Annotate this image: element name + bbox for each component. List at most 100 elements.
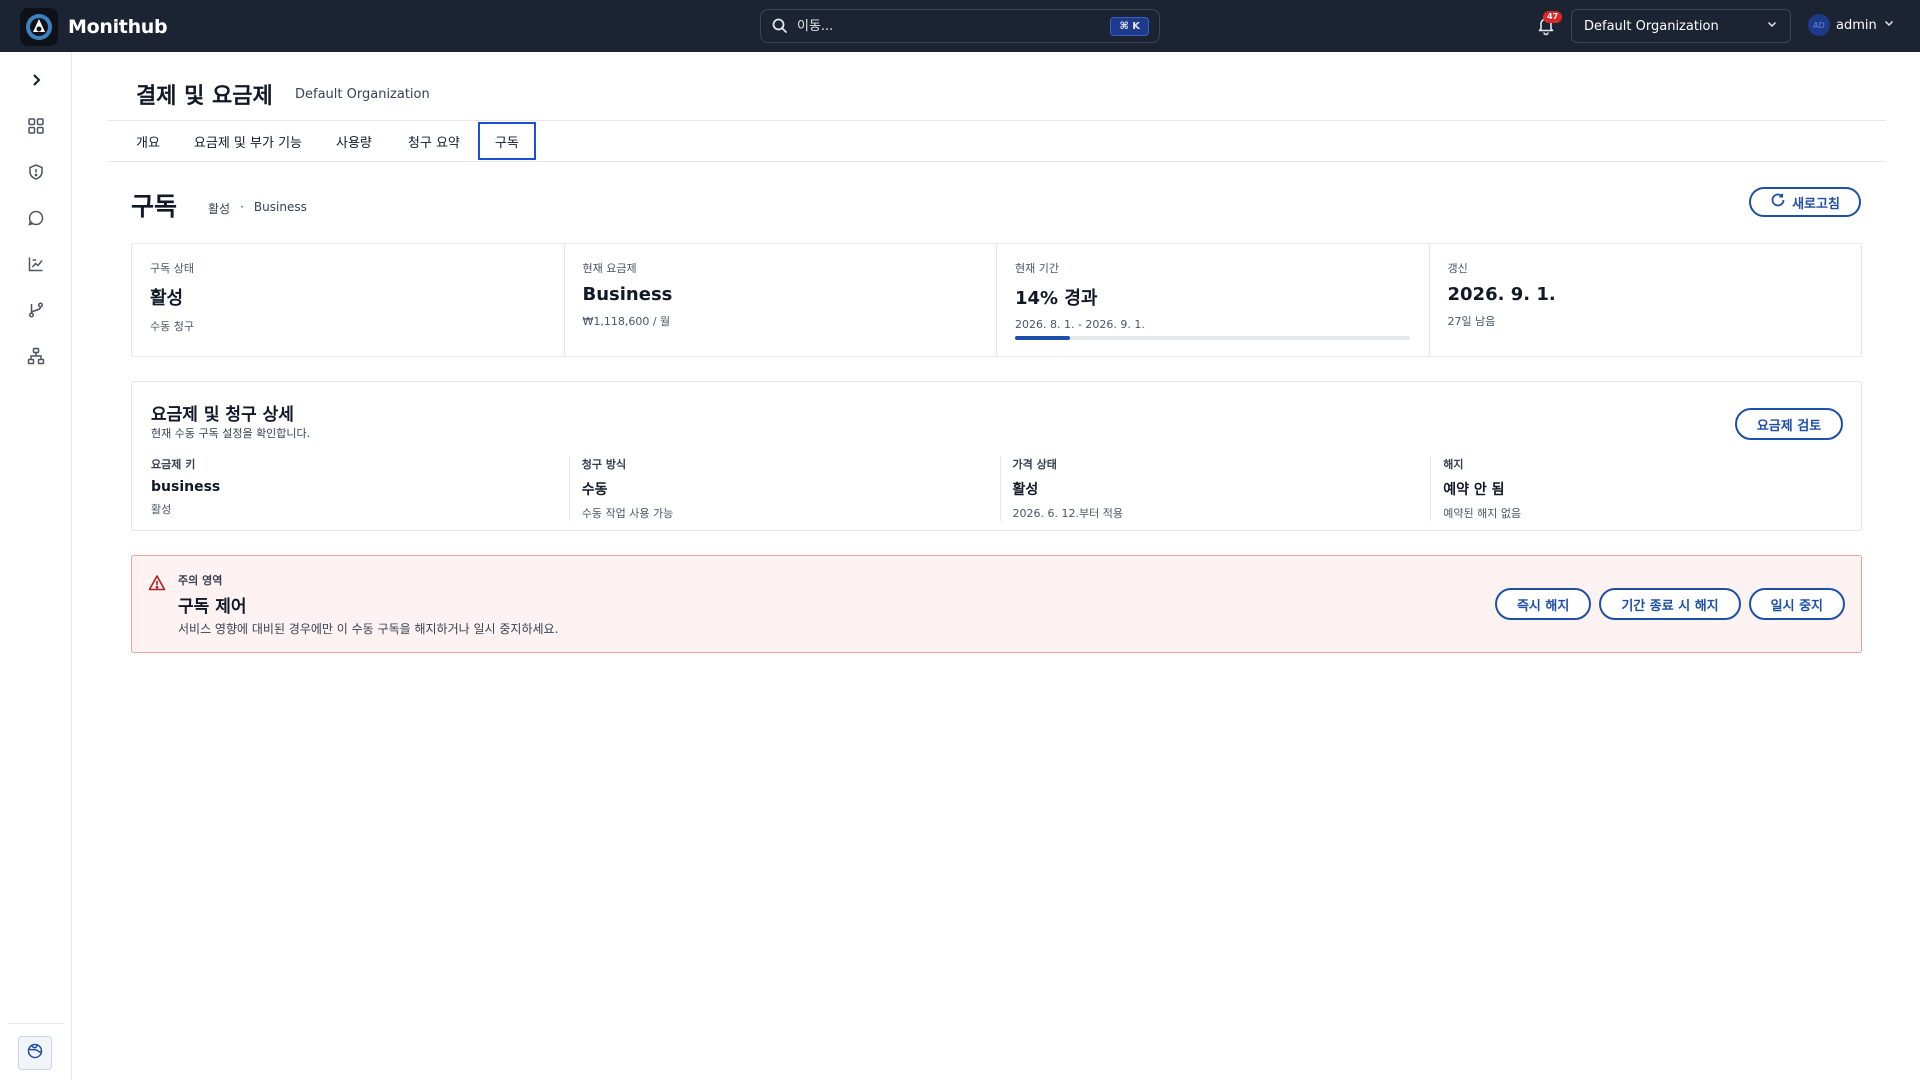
sidebar-item-dashboard[interactable] <box>22 114 50 142</box>
stat-card-renewal: 갱신 2026. 9. 1. 27일 남음 <box>1430 244 1862 356</box>
refresh-icon <box>1770 192 1786 212</box>
subscription-stats: 구독 상태 활성 수동 청구 현재 요금제 Business ₩1,118,60… <box>131 243 1862 357</box>
brand[interactable]: Monithub <box>20 8 168 46</box>
monithub-logo-icon <box>20 8 58 46</box>
stat-value: Business <box>582 284 673 305</box>
page-org-name: Default Organization <box>295 87 430 102</box>
chevron-right-icon <box>28 72 44 92</box>
tab-subscription[interactable]: 구독 <box>477 122 536 160</box>
period-progress-fill <box>1015 336 1071 340</box>
review-plan-button[interactable]: 요금제 검토 <box>1735 408 1843 440</box>
refresh-button[interactable]: 새로고침 <box>1749 187 1861 217</box>
chevron-down-icon <box>1766 18 1778 34</box>
avatar: AD <box>1808 14 1830 36</box>
sidebar-item-security[interactable] <box>22 160 50 188</box>
chart-icon <box>27 255 45 277</box>
sidebar-item-organization[interactable] <box>22 344 50 372</box>
search-input[interactable] <box>797 18 1111 34</box>
pause-button[interactable]: 일시 중지 <box>1748 588 1845 620</box>
sidebar-item-analytics[interactable] <box>22 252 50 280</box>
search-shortcut-badge: ⌘ K <box>1110 16 1149 36</box>
chat-bubble-icon <box>27 209 45 231</box>
page-title: 결제 및 요금제 <box>136 84 273 109</box>
detail-value: 수동 <box>581 482 608 498</box>
detail-sub: 2026. 6. 12.부터 적용 <box>1012 507 1123 520</box>
detail-sub: 활성 <box>151 503 172 516</box>
stat-sub: 27일 남음 <box>1447 315 1496 328</box>
warning-triangle-icon <box>148 574 166 592</box>
org-select-value: Default Organization <box>1584 18 1719 34</box>
details-subtitle: 현재 수동 구독 설정을 확인합니다. <box>151 427 311 440</box>
sidebar-expand-button[interactable] <box>22 68 50 96</box>
sidebar-item-messages[interactable] <box>22 206 50 234</box>
search-box[interactable]: ⌘ K <box>760 9 1160 43</box>
stat-value: 2026. 9. 1. <box>1447 284 1556 305</box>
refresh-label: 새로고침 <box>1792 196 1840 212</box>
plan-name: Business <box>253 200 307 214</box>
stat-sub: ₩1,118,600 / 월 <box>582 315 671 328</box>
danger-description: 서비스 영향에 대비된 경우에만 이 수동 구독을 해지하거나 일시 중지하세요… <box>178 622 559 636</box>
detail-label: 청구 방식 <box>581 458 627 471</box>
tab-billing-summary[interactable]: 청구 요약 <box>390 122 478 160</box>
danger-label: 주의 영역 <box>178 574 223 587</box>
shield-icon <box>27 163 45 185</box>
detail-value: 활성 <box>1012 482 1039 498</box>
stat-label: 구독 상태 <box>150 262 194 275</box>
period-progress-bar <box>1015 336 1410 340</box>
dashboard-grid-icon <box>27 117 45 139</box>
danger-title: 구독 제어 <box>178 597 247 617</box>
top-bar: Monithub ⌘ K 47 Default Organization AD … <box>0 0 1920 52</box>
detail-price-status: 가격 상태 활성 2026. 6. 12.부터 적용 <box>999 456 1431 521</box>
sidebar-item-integrations[interactable] <box>22 298 50 326</box>
stat-value: 14% 경과 <box>1015 288 1098 309</box>
detail-sub: 예약된 해지 없음 <box>1443 507 1522 520</box>
subscription-status-line: 활성 · Business <box>208 200 307 217</box>
detail-label: 가격 상태 <box>1012 458 1057 471</box>
cancel-now-button[interactable]: 즉시 해지 <box>1494 588 1592 620</box>
stat-value: 활성 <box>150 288 184 309</box>
detail-billing-method: 청구 방식 수동 수동 작업 사용 가능 <box>568 456 1000 521</box>
tab-overview[interactable]: 개요 <box>108 122 182 160</box>
detail-sub: 수동 작업 사용 가능 <box>581 507 674 520</box>
detail-value: business <box>151 479 221 495</box>
stat-sub: 2026. 8. 1. - 2026. 9. 1. <box>1015 318 1145 331</box>
status-separator: · <box>240 200 244 214</box>
app-name: Monithub <box>68 16 168 38</box>
danger-actions: 즉시 해지 기간 종료 시 해지 일시 중지 <box>1494 588 1845 620</box>
cancel-at-period-end-button[interactable]: 기간 종료 시 해지 <box>1599 588 1741 620</box>
chevron-down-icon <box>1883 17 1895 33</box>
detail-label: 요금제 키 <box>151 458 196 471</box>
user-menu[interactable]: AD admin <box>1808 14 1895 36</box>
danger-zone: 주의 영역 구독 제어 서비스 영향에 대비된 경우에만 이 수동 구독을 해지… <box>131 555 1862 653</box>
git-branch-icon <box>27 301 45 323</box>
detail-cancellation: 해지 예약 안 됨 예약된 해지 없음 <box>1430 456 1861 521</box>
stat-sub: 수동 청구 <box>150 320 194 333</box>
stat-label: 갱신 <box>1447 262 1468 275</box>
detail-plan-key: 요금제 키 business 활성 <box>151 456 569 521</box>
stat-card-period: 현재 기간 14% 경과 2026. 8. 1. - 2026. 9. 1. <box>997 244 1430 356</box>
sidebar <box>0 52 72 1080</box>
details-title: 요금제 및 청구 상세 <box>151 405 294 425</box>
org-tree-icon <box>27 347 45 369</box>
detail-value: 예약 안 됨 <box>1443 482 1505 498</box>
stat-label: 현재 요금제 <box>582 262 637 275</box>
sidebar-footer-divider <box>8 1023 64 1024</box>
tab-bar: 개요 요금제 및 부가 기능 사용량 청구 요약 구독 <box>108 122 1886 162</box>
tab-usage[interactable]: 사용량 <box>318 122 390 160</box>
details-grid: 요금제 키 business 활성 청구 방식 수동 수동 작업 사용 가능 가… <box>151 456 1861 521</box>
stat-card-plan: 현재 요금제 Business ₩1,118,600 / 월 <box>565 244 997 356</box>
notification-count-badge: 47 <box>1543 11 1563 23</box>
user-name: admin <box>1836 17 1877 33</box>
detail-label: 해지 <box>1443 458 1464 471</box>
sidebar-help-button[interactable] <box>18 1036 52 1070</box>
stat-label: 현재 기간 <box>1015 262 1059 275</box>
help-globe-icon <box>26 1042 44 1064</box>
org-select[interactable]: Default Organization <box>1571 9 1791 43</box>
header-divider <box>108 120 1886 121</box>
tab-plans-addons[interactable]: 요금제 및 부가 기능 <box>182 122 318 160</box>
search-icon <box>771 17 789 35</box>
status-badge: 활성 <box>208 202 231 216</box>
stat-card-status: 구독 상태 활성 수동 청구 <box>132 244 565 356</box>
section-title: 구독 <box>131 192 178 221</box>
plan-details-card: 요금제 및 청구 상세 현재 수동 구독 설정을 확인합니다. 요금제 검토 요… <box>131 381 1862 531</box>
